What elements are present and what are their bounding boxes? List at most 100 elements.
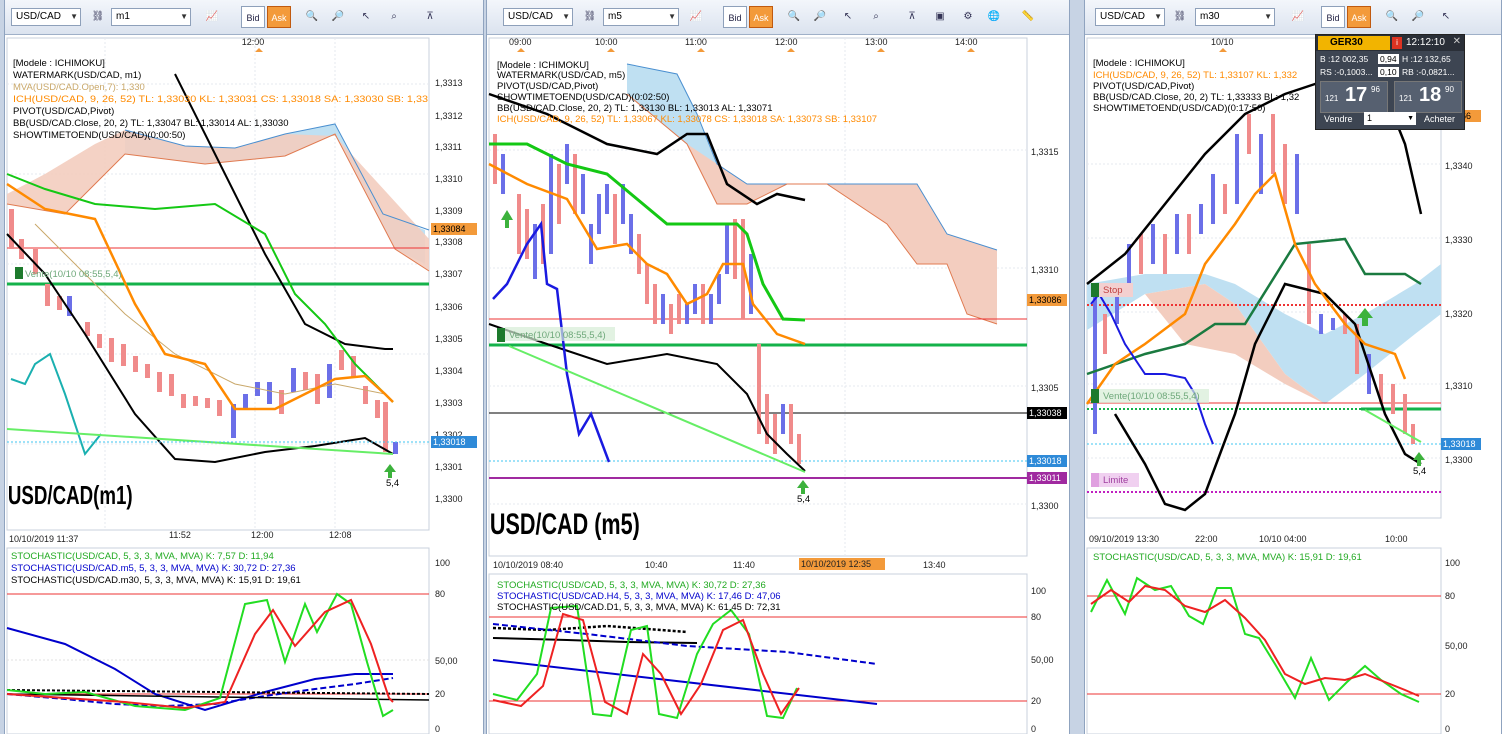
ask-button[interactable]: Ask bbox=[749, 6, 773, 28]
stoch-legend-line: STOCHASTIC(USD/CAD.D1, 5, 3, 3, MVA, MVA… bbox=[497, 602, 781, 613]
time-tick: 11:52 bbox=[169, 530, 191, 540]
zoom-in-icon[interactable]: 🔍 bbox=[301, 8, 323, 26]
indicator-icon[interactable]: ⊼ bbox=[901, 8, 923, 26]
stoch-tick: 50,00 bbox=[435, 656, 458, 666]
stoch-legend-line: STOCHASTIC(USD/CAD, 5, 3, 3, MVA, MVA) K… bbox=[11, 551, 274, 562]
buy-price-sup: 90 bbox=[1445, 85, 1454, 94]
order-label[interactable]: Vente(10/10 08:55,5,4) bbox=[509, 330, 606, 341]
ask-button[interactable]: Ask bbox=[267, 6, 291, 28]
ticket-rb: RB :-0,0821... bbox=[1402, 67, 1455, 77]
price-tag-current-text: 1,33018 bbox=[1029, 456, 1062, 466]
trade-ticket[interactable]: GER30 i 12:12:10 ✕ B :12 002,35 0,94 H :… bbox=[1315, 34, 1465, 130]
cursor-icon[interactable]: ↖ bbox=[1435, 8, 1457, 26]
indicator-icon[interactable]: ⊼ bbox=[419, 8, 441, 26]
legend-line: BB(USD/CAD.Close, 20, 2) TL: 1,33333 BL:… bbox=[1093, 92, 1299, 103]
zoom-out-icon[interactable]: 🔎 bbox=[1407, 8, 1429, 26]
ticket-row-rs: RS :-0,1003... 0,10 RB :-0,0821... bbox=[1320, 67, 1460, 79]
time-axis[interactable]: 10/10/2019 11:37 11:52 12:00 12:08 bbox=[9, 530, 352, 544]
price-axis[interactable]: 1,3340 1,3330 1,3320 1,3310 1,3300 bbox=[1445, 161, 1473, 465]
stoch-tick: 0 bbox=[1031, 724, 1036, 734]
price-tick: 1,3300 bbox=[435, 494, 463, 504]
close-icon[interactable]: ✕ bbox=[1453, 36, 1461, 47]
stoch-tick: 80 bbox=[1031, 612, 1041, 622]
order-label[interactable]: Vente(10/10 08:55,5,4) bbox=[25, 269, 122, 280]
order-label[interactable]: Vente(10/10 08:55,5,4) bbox=[1103, 391, 1200, 402]
symbol-value: USD/CAD bbox=[508, 11, 554, 22]
symbol-select[interactable]: USD/CAD ▼ bbox=[1095, 8, 1165, 26]
ticket-rs: RS :-0,1003... bbox=[1320, 67, 1373, 77]
zoom-out-icon[interactable]: 🔎 bbox=[809, 8, 831, 26]
chart-canvas[interactable]: 10/10 Stop Vente(10/10 08:55,5,4) Limite… bbox=[1085, 34, 1501, 734]
sell-price-big: 17 bbox=[1345, 84, 1368, 106]
cursor-icon[interactable]: ↖ bbox=[837, 8, 859, 26]
zoom-out-icon[interactable]: 🔎 bbox=[327, 8, 349, 26]
buy-label[interactable]: Acheter bbox=[1424, 114, 1455, 124]
ticket-lot-input[interactable]: 0,10 bbox=[1378, 67, 1399, 77]
order-marker-icon bbox=[1091, 389, 1099, 403]
price-tick: 1,3309 bbox=[435, 206, 463, 216]
limit-label[interactable]: Limite bbox=[1103, 475, 1128, 486]
time-axis[interactable]: 10/10/2019 08:40 10:40 11:40 10/10/2019 … bbox=[493, 558, 946, 570]
link-icon[interactable]: ⛓ bbox=[87, 8, 109, 26]
ticket-info-icon[interactable]: i bbox=[1392, 37, 1402, 49]
stochastic-panel[interactable] bbox=[1086, 547, 1442, 734]
chevron-down-icon: ▼ bbox=[1407, 115, 1414, 122]
chart-type-icon[interactable]: 📈 bbox=[201, 8, 223, 26]
settings-icon[interactable]: ⚙ bbox=[957, 8, 979, 26]
chart-canvas[interactable]: 12:00 Vente(10/10 08:55,5,4) 5,4 USD/CAD… bbox=[5, 34, 483, 734]
symbol-select[interactable]: USD/CAD ▼ bbox=[11, 8, 81, 26]
sell-price-prefix: 121 bbox=[1325, 94, 1339, 103]
ask-button[interactable]: Ask bbox=[1347, 6, 1371, 28]
stop-label[interactable]: Stop bbox=[1103, 285, 1123, 296]
bid-button[interactable]: Bid bbox=[723, 6, 747, 28]
chart-pane-m1[interactable]: USD/CAD ▼ ⛓ m1 ▼ 📈 Bid Ask 🔍 🔎 ↖ ⌕ ⊼ 12:00 bbox=[4, 0, 484, 734]
timeframe-value: m30 bbox=[1200, 11, 1220, 22]
stoch-legend-line: STOCHASTIC(USD/CAD.m5, 5, 3, 3, MVA, MVA… bbox=[11, 563, 296, 574]
timeframe-select[interactable]: m30 ▼ bbox=[1195, 8, 1275, 26]
chart-type-icon[interactable]: 📈 bbox=[685, 8, 707, 26]
ticket-low: B :12 002,35 bbox=[1320, 54, 1369, 64]
bid-button[interactable]: Bid bbox=[241, 6, 265, 28]
limit-marker-icon bbox=[1091, 473, 1099, 487]
chart-type-icon[interactable]: 📈 bbox=[1287, 8, 1309, 26]
chart-canvas[interactable]: 09:00 10:00 11:00 12:00 13:00 14:00 Vent… bbox=[487, 34, 1069, 734]
timeframe-select[interactable]: m1 ▼ bbox=[111, 8, 191, 26]
link-icon[interactable]: ⛓ bbox=[579, 8, 601, 26]
stoch-tick: 0 bbox=[1445, 724, 1450, 734]
cursor-icon[interactable]: ↖ bbox=[355, 8, 377, 26]
sell-label[interactable]: Vendre bbox=[1324, 114, 1353, 124]
legend-line: ICH(USD/CAD, 9, 26, 52) TL: 1,33030 KL: … bbox=[13, 94, 428, 105]
zoom-in-icon[interactable]: 🔍 bbox=[1381, 8, 1403, 26]
zoom-fit-icon[interactable]: ⌕ bbox=[865, 8, 887, 26]
top-time-label: 09:00 bbox=[509, 37, 532, 47]
globe-icon[interactable]: 🌐 bbox=[983, 8, 1005, 26]
zoom-fit-icon[interactable]: ⌕ bbox=[383, 8, 405, 26]
zoom-in-icon[interactable]: 🔍 bbox=[783, 8, 805, 26]
time-axis[interactable]: 09/10/2019 13:30 22:00 10/10 04:00 10:00 bbox=[1089, 534, 1408, 544]
time-tick: 09/10/2019 13:30 bbox=[1089, 534, 1159, 544]
chart-pane-m5[interactable]: USD/CAD ▼ ⛓ m5 ▼ 📈 Bid Ask 🔍 🔎 ↖ ⌕ ⊼ ▣ ⚙ 🌐… bbox=[486, 0, 1070, 734]
timeframe-select[interactable]: m5 ▼ bbox=[603, 8, 679, 26]
legend-line: SHOWTIMETOEND(USD/CAD)(0:02:50) bbox=[497, 92, 669, 103]
legend-line: ICH(USD/CAD, 9, 26, 52) TL: 1,33067 KL: … bbox=[497, 114, 877, 125]
time-tick: 10/10/2019 08:40 bbox=[493, 560, 563, 570]
ticket-symbol[interactable]: GER30 bbox=[1318, 36, 1390, 50]
time-tick: 12:08 bbox=[329, 530, 352, 540]
legend-line: ICH(USD/CAD, 9, 26, 52) TL: 1,33107 KL: … bbox=[1093, 70, 1297, 81]
bid-button[interactable]: Bid bbox=[1321, 6, 1345, 28]
legend-line: BB(USD/CAD.Close, 20, 2) TL: 1,33130 BL:… bbox=[497, 103, 773, 114]
quantity-select[interactable]: 1 ▼ bbox=[1364, 112, 1416, 125]
ruler-icon[interactable]: 📏 bbox=[1017, 8, 1039, 26]
stoch-tick: 50,00 bbox=[1031, 655, 1054, 665]
time-tick: 22:00 bbox=[1195, 534, 1218, 544]
link-icon[interactable]: ⛓ bbox=[1169, 8, 1191, 26]
sell-price-button[interactable]: 121 17 96 bbox=[1320, 81, 1388, 113]
stoch-tick: 100 bbox=[435, 558, 450, 568]
symbol-select[interactable]: USD/CAD ▼ bbox=[503, 8, 573, 26]
stoch-legend-line: STOCHASTIC(USD/CAD, 5, 3, 3, MVA, MVA) K… bbox=[1093, 552, 1362, 563]
top-time-label: 13:00 bbox=[865, 37, 888, 47]
object-icon[interactable]: ▣ bbox=[929, 8, 951, 26]
legend-line: MVA(USD/CAD.Open,7): 1,330 bbox=[13, 82, 145, 93]
legend-line: SHOWTIMETOEND(USD/CAD)(0:00:50) bbox=[13, 130, 185, 141]
buy-price-button[interactable]: 121 18 90 bbox=[1394, 81, 1462, 113]
